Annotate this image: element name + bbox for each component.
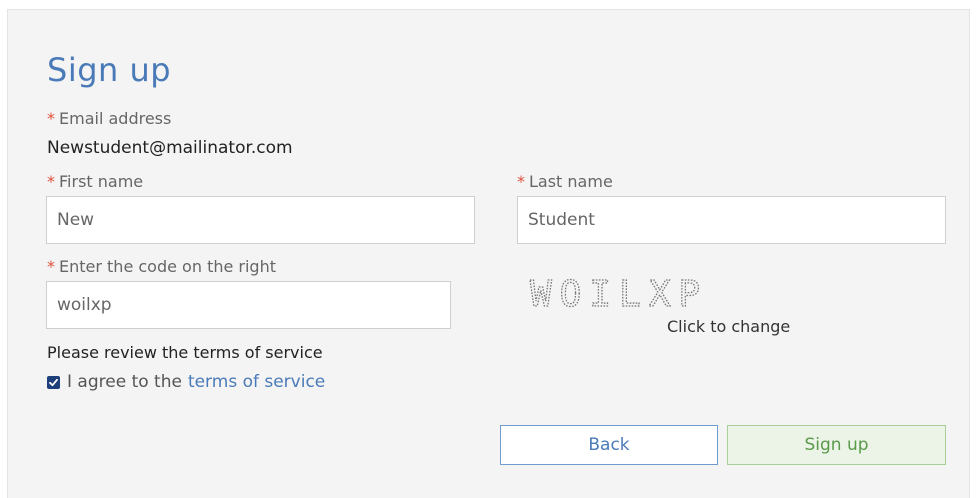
required-marker: * [47, 172, 55, 191]
last-name-label: * Last name [517, 172, 613, 192]
checkmark-icon [49, 378, 58, 386]
terms-checkbox[interactable] [47, 375, 60, 389]
first-name-label-text: First name [59, 172, 144, 191]
terms-agree-text: I agree to the [67, 372, 182, 392]
terms-of-service-link[interactable]: terms of service [188, 372, 325, 392]
change-captcha-link[interactable]: Click to change [667, 317, 790, 337]
email-value: Newstudent@mailinator.com [47, 138, 293, 158]
email-label-text: Email address [59, 109, 172, 128]
last-name-input[interactable] [517, 196, 946, 244]
required-marker: * [517, 172, 525, 191]
captcha-label: * Enter the code on the right [47, 257, 276, 277]
sign-up-button[interactable]: Sign up [727, 425, 946, 465]
required-marker: * [47, 257, 55, 276]
page-title: Sign up [47, 51, 172, 89]
back-button[interactable]: Back [500, 425, 718, 465]
last-name-label-text: Last name [529, 172, 613, 191]
terms-agree-row: I agree to the terms of service [47, 371, 325, 393]
email-label: * Email address [47, 109, 171, 129]
captcha-image-text: WOILXP [530, 276, 708, 310]
required-marker: * [47, 109, 55, 128]
captcha-input[interactable] [46, 281, 451, 329]
terms-heading: Please review the terms of service [47, 343, 323, 362]
first-name-label: * First name [47, 172, 143, 192]
first-name-input[interactable] [46, 196, 475, 244]
captcha-label-text: Enter the code on the right [59, 257, 276, 276]
captcha-image[interactable]: WOILXP [528, 276, 778, 310]
